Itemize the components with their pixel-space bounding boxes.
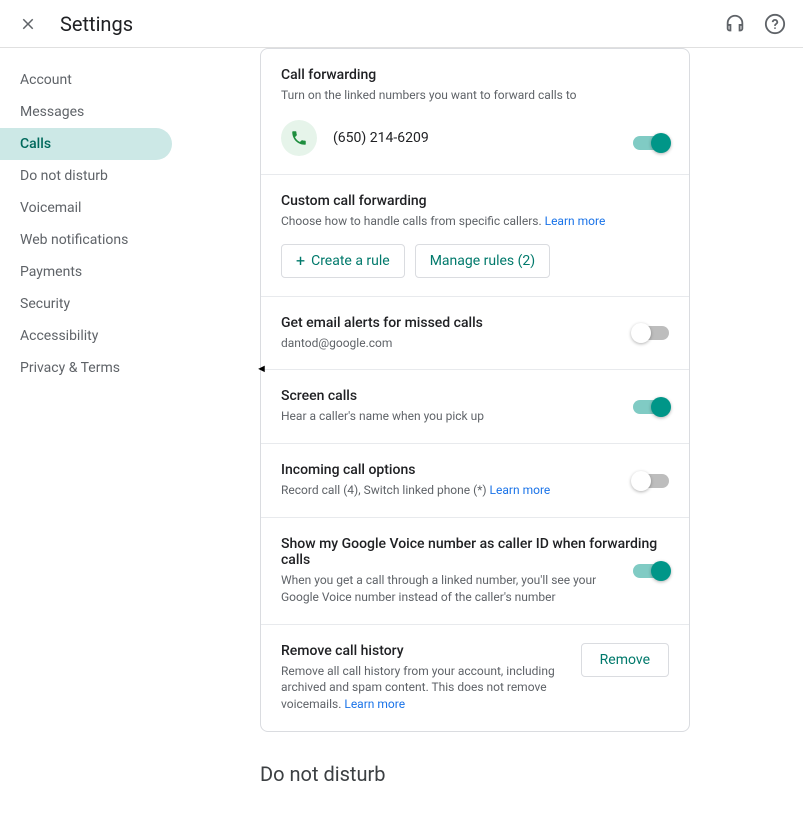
remove-history-sub: Remove all call history from your accoun… <box>281 663 567 713</box>
custom-forwarding-sub: Choose how to handle calls from specific… <box>281 213 669 230</box>
sidebar-item-web-notifications[interactable]: Web notifications <box>0 224 172 256</box>
sidebar-item-privacy-terms[interactable]: Privacy & Terms <box>0 352 172 384</box>
plus-icon: + <box>296 253 305 269</box>
sidebar-item-messages[interactable]: Messages <box>0 96 172 128</box>
email-alerts-sub: dantod@google.com <box>281 335 669 352</box>
help-icon[interactable] <box>763 12 787 36</box>
remove-history-button[interactable]: Remove <box>581 643 669 677</box>
email-alerts-toggle[interactable] <box>633 326 669 340</box>
caller-id-section: Show my Google Voice number as caller ID… <box>261 518 689 625</box>
page-title: Settings <box>60 12 133 36</box>
linked-phone-number: (650) 214-6209 <box>333 130 429 146</box>
sidebar-item-calls[interactable]: Calls <box>0 128 172 160</box>
sidebar-item-do-not-disturb[interactable]: Do not disturb <box>0 160 172 192</box>
caller-id-title: Show my Google Voice number as caller ID… <box>281 536 669 568</box>
create-rule-button[interactable]: +Create a rule <box>281 244 405 278</box>
screen-calls-toggle[interactable] <box>633 400 669 414</box>
screen-calls-title: Screen calls <box>281 388 669 404</box>
incoming-options-sub: Record call (4), Switch linked phone (*)… <box>281 482 669 499</box>
call-forwarding-title: Call forwarding <box>281 67 669 83</box>
do-not-disturb-heading: Do not disturb <box>260 762 783 786</box>
manage-rules-button[interactable]: Manage rules (2) <box>415 244 550 278</box>
incoming-learn-more-link[interactable]: Learn more <box>490 483 551 497</box>
custom-forwarding-title: Custom call forwarding <box>281 193 669 209</box>
custom-forwarding-learn-more-link[interactable]: Learn more <box>545 214 606 228</box>
custom-call-forwarding-section: Custom call forwarding Choose how to han… <box>261 175 689 297</box>
close-icon[interactable] <box>16 12 40 36</box>
sidebar-item-security[interactable]: Security <box>0 288 172 320</box>
screen-calls-section: Screen calls Hear a caller's name when y… <box>261 370 689 444</box>
call-forwarding-toggle[interactable] <box>633 136 669 150</box>
calls-settings-card: Call forwarding Turn on the linked numbe… <box>260 48 690 732</box>
sidebar-item-voicemail[interactable]: Voicemail <box>0 192 172 224</box>
sidebar: AccountMessagesCallsDo not disturbVoicem… <box>0 48 180 826</box>
incoming-options-toggle[interactable] <box>633 474 669 488</box>
email-alerts-title: Get email alerts for missed calls <box>281 315 669 331</box>
sidebar-item-account[interactable]: Account <box>0 64 172 96</box>
phone-icon <box>281 120 317 156</box>
remove-history-title: Remove call history <box>281 643 567 659</box>
call-forwarding-section: Call forwarding Turn on the linked numbe… <box>261 49 689 175</box>
caller-id-toggle[interactable] <box>633 564 669 578</box>
sidebar-item-accessibility[interactable]: Accessibility <box>0 320 172 352</box>
incoming-call-options-section: Incoming call options Record call (4), S… <box>261 444 689 518</box>
call-forwarding-sub: Turn on the linked numbers you want to f… <box>281 87 669 104</box>
incoming-options-title: Incoming call options <box>281 462 669 478</box>
screen-calls-sub: Hear a caller's name when you pick up <box>281 408 669 425</box>
caller-id-sub: When you get a call through a linked num… <box>281 572 601 606</box>
sidebar-item-payments[interactable]: Payments <box>0 256 172 288</box>
remove-call-history-section: Remove call history Remove all call hist… <box>261 625 689 731</box>
remove-history-learn-more-link[interactable]: Learn more <box>344 697 405 711</box>
headset-icon[interactable] <box>723 12 747 36</box>
email-alerts-section: Get email alerts for missed calls dantod… <box>261 297 689 371</box>
